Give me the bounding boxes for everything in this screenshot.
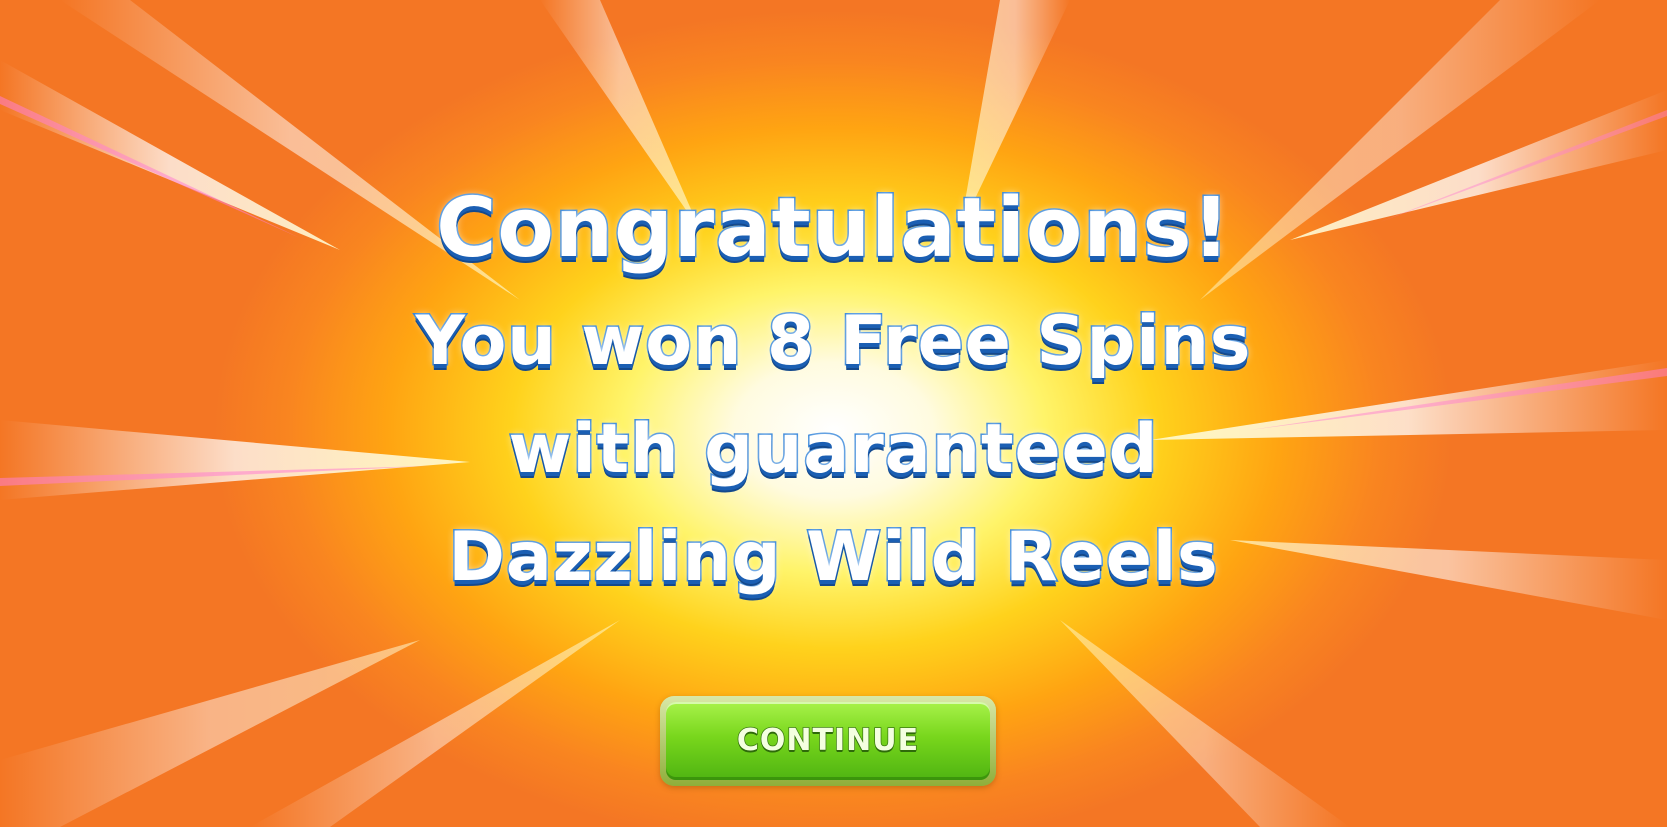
continue-button-label: CONTINUE <box>736 722 920 759</box>
wild-reels-text: Dazzling Wild Reels <box>447 517 1219 599</box>
congratulations-title: Congratulations! <box>435 180 1232 278</box>
continue-button[interactable]: CONTINUE <box>660 696 996 786</box>
guaranteed-text: with guaranteed <box>507 409 1159 491</box>
continue-button-face[interactable]: CONTINUE <box>666 702 990 780</box>
win-message: Congratulations! You won 8 Free Spins wi… <box>0 170 1667 612</box>
free-spins-win-screen: Congratulations! You won 8 Free Spins wi… <box>0 0 1667 827</box>
free-spins-won-text: You won 8 Free Spins <box>414 301 1252 383</box>
